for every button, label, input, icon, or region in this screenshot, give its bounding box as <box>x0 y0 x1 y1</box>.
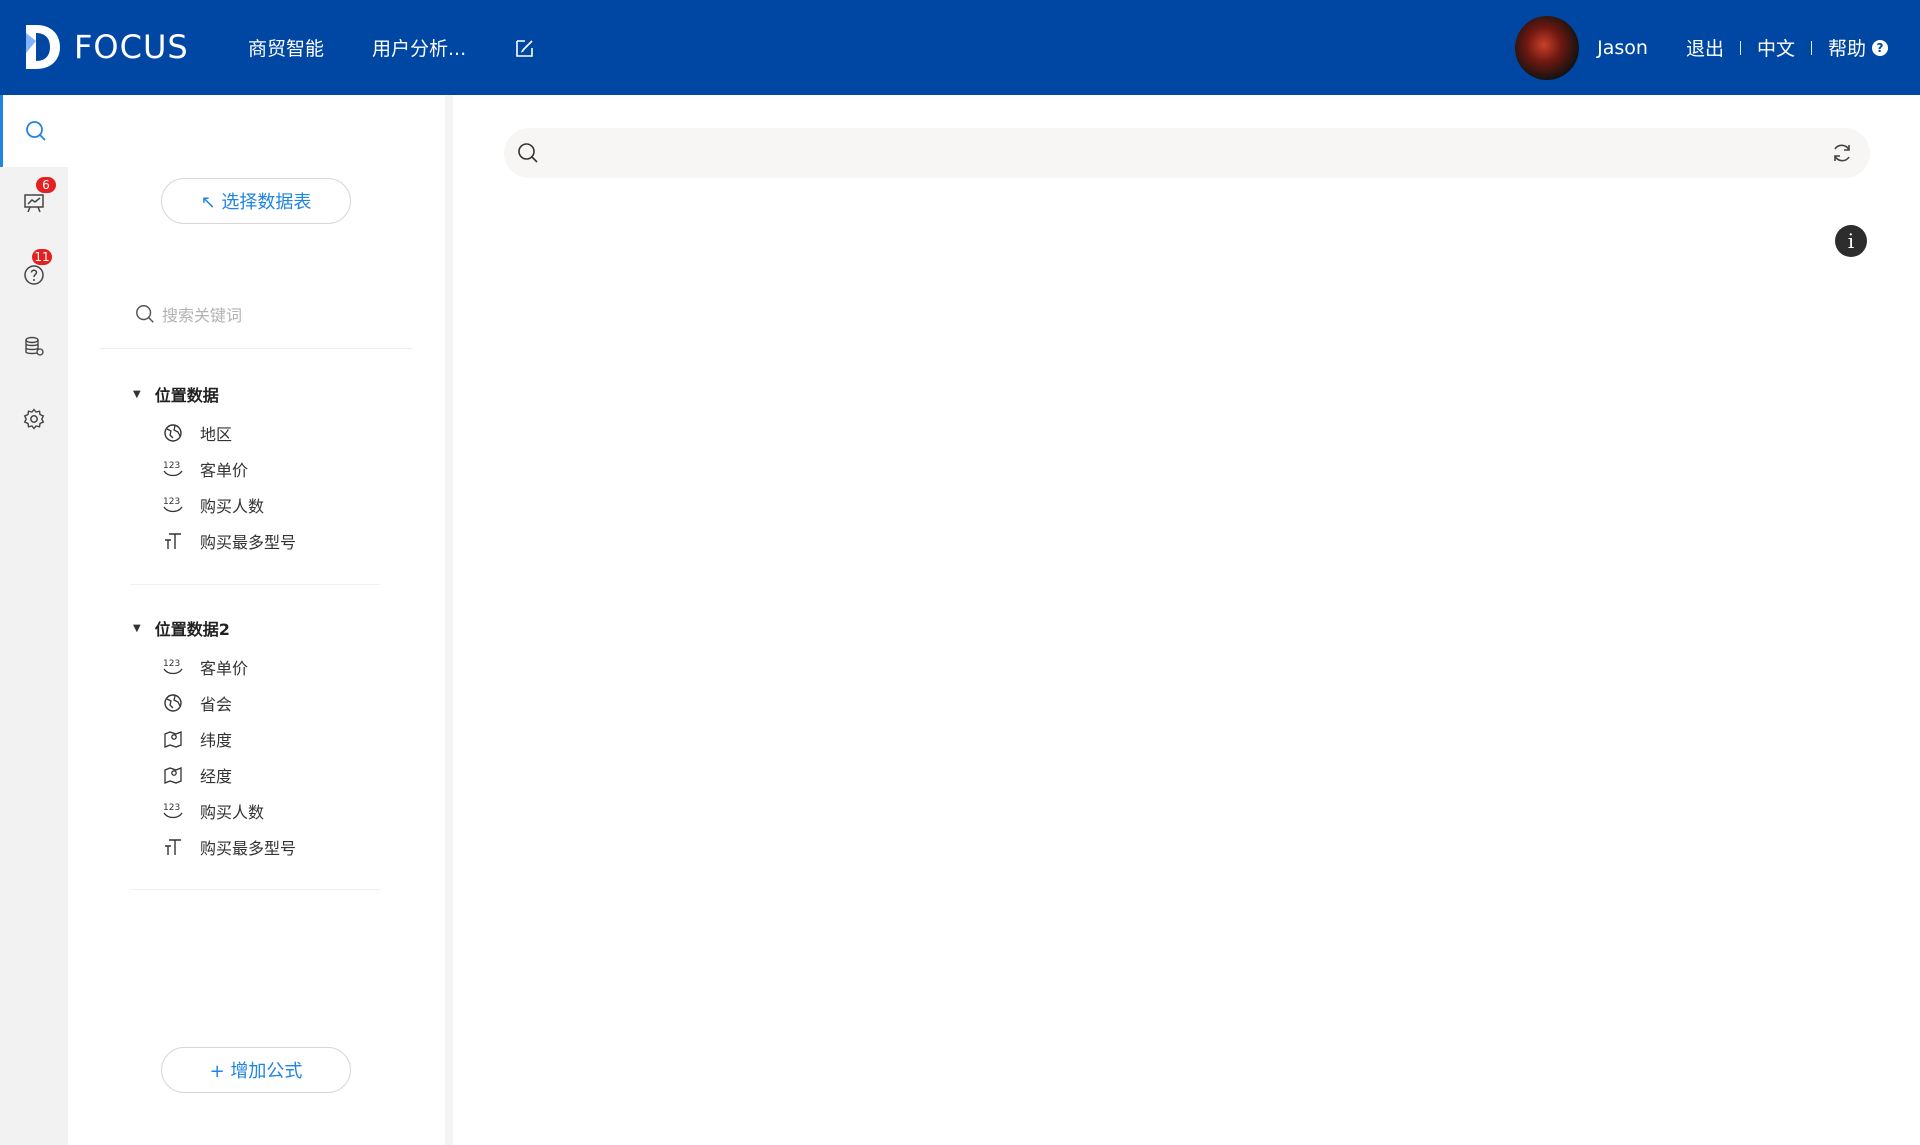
field-label: 客单价 <box>200 659 249 678</box>
dashboard-badge: 6 <box>36 177 56 193</box>
panel-divider[interactable] <box>445 95 453 1145</box>
group-title[interactable]: ▼ 位置数据 <box>133 382 219 406</box>
group-title-text: 位置数据 <box>154 386 219 405</box>
database-icon <box>25 336 44 356</box>
user-name[interactable]: Jason <box>1597 37 1648 59</box>
field-label: 地区 <box>200 425 233 444</box>
left-icon-bar: 6 11 <box>0 95 68 1145</box>
field-label: 购买最多型号 <box>200 533 297 552</box>
caret-down-icon[interactable]: ▼ <box>133 623 141 634</box>
sidebar-item-dashboard[interactable]: 6 <box>0 167 68 239</box>
logout-link[interactable]: 退出 <box>1686 34 1724 61</box>
questions-badge: 11 <box>32 249 52 265</box>
globe-icon <box>164 424 182 442</box>
keyword-search-placeholder: 搜索关键词 <box>162 306 243 325</box>
field-label: 购买最多型号 <box>200 839 297 858</box>
separator <box>1810 40 1812 55</box>
logo-text: FOCUS <box>74 28 189 66</box>
svg-text:123: 123 <box>163 461 180 471</box>
map-pin-icon <box>164 767 182 784</box>
field-item[interactable]: 购买最多型号 <box>162 835 296 859</box>
separator <box>1739 40 1741 55</box>
sidebar-item-search[interactable] <box>0 95 68 167</box>
main-search-bar[interactable] <box>504 128 1870 178</box>
map-pin-icon <box>164 731 182 748</box>
number-type-icon: 123 <box>163 803 183 819</box>
field-label: 客单价 <box>200 461 249 480</box>
field-item[interactable]: 纬度 <box>162 727 232 751</box>
select-table-button[interactable]: ↖ 选择数据表 <box>161 178 351 224</box>
field-item[interactable]: 省会 <box>162 691 232 715</box>
add-formula-button[interactable]: + 增加公式 <box>161 1047 351 1093</box>
refresh-icon[interactable] <box>1830 141 1854 165</box>
field-label: 纬度 <box>200 731 233 750</box>
divider <box>100 348 412 349</box>
field-label: 经度 <box>200 767 233 786</box>
search-icon <box>25 121 46 141</box>
field-label: 购买人数 <box>200 497 265 516</box>
group-title-text: 位置数据2 <box>154 620 230 639</box>
text-type-icon <box>165 839 181 855</box>
help-icon[interactable]: ? <box>1872 39 1888 56</box>
sidebar-item-data[interactable] <box>0 311 68 383</box>
sidebar-item-questions[interactable]: 11 <box>0 239 68 311</box>
globe-icon <box>164 694 182 712</box>
app-logo[interactable]: FOCUS <box>22 22 189 72</box>
keyword-search[interactable]: 搜索关键词 <box>134 302 242 326</box>
gear-icon <box>23 408 45 430</box>
field-item[interactable]: 123 客单价 <box>162 655 248 679</box>
nav-item-user-analysis[interactable]: 用户分析... <box>372 34 466 61</box>
svg-text:123: 123 <box>163 497 180 507</box>
field-label: 购买人数 <box>200 803 265 822</box>
info-icon[interactable]: i <box>1835 225 1867 257</box>
caret-down-icon[interactable]: ▼ <box>133 389 141 400</box>
number-type-icon: 123 <box>163 659 183 675</box>
field-item[interactable]: 购买最多型号 <box>162 529 296 553</box>
field-item[interactable]: 地区 <box>162 421 232 445</box>
question-icon <box>24 265 44 285</box>
number-type-icon: 123 <box>163 461 183 477</box>
nav-item-trade-intelligence[interactable]: 商贸智能 <box>248 34 324 61</box>
logo-mark-icon <box>26 25 60 69</box>
divider <box>130 889 380 890</box>
top-header: FOCUS 商贸智能 用户分析... Jason 退出 中文 帮助 ? <box>0 0 1920 95</box>
sidebar-item-settings[interactable] <box>0 383 68 455</box>
field-item[interactable]: 123 购买人数 <box>162 799 264 823</box>
group-title[interactable]: ▼ 位置数据2 <box>133 616 230 640</box>
avatar[interactable] <box>1515 15 1580 80</box>
search-icon <box>136 305 154 323</box>
divider <box>130 584 380 585</box>
dashboard-icon <box>24 194 44 213</box>
field-item[interactable]: 经度 <box>162 763 232 787</box>
svg-text:123: 123 <box>163 803 180 813</box>
header-user-area: Jason 退出 中文 帮助 ? <box>1515 0 1920 95</box>
data-source-panel <box>68 95 445 1145</box>
svg-text:123: 123 <box>163 659 180 669</box>
search-icon <box>518 143 538 163</box>
text-type-icon <box>165 533 181 549</box>
help-link[interactable]: 帮助 <box>1828 34 1866 61</box>
field-label: 省会 <box>200 695 233 714</box>
number-type-icon: 123 <box>163 497 183 513</box>
main-nav: 商贸智能 用户分析... <box>248 0 536 95</box>
language-switch[interactable]: 中文 <box>1757 34 1795 61</box>
edit-icon[interactable] <box>514 37 536 59</box>
field-item[interactable]: 123 客单价 <box>162 457 248 481</box>
field-item[interactable]: 123 购买人数 <box>162 493 264 517</box>
